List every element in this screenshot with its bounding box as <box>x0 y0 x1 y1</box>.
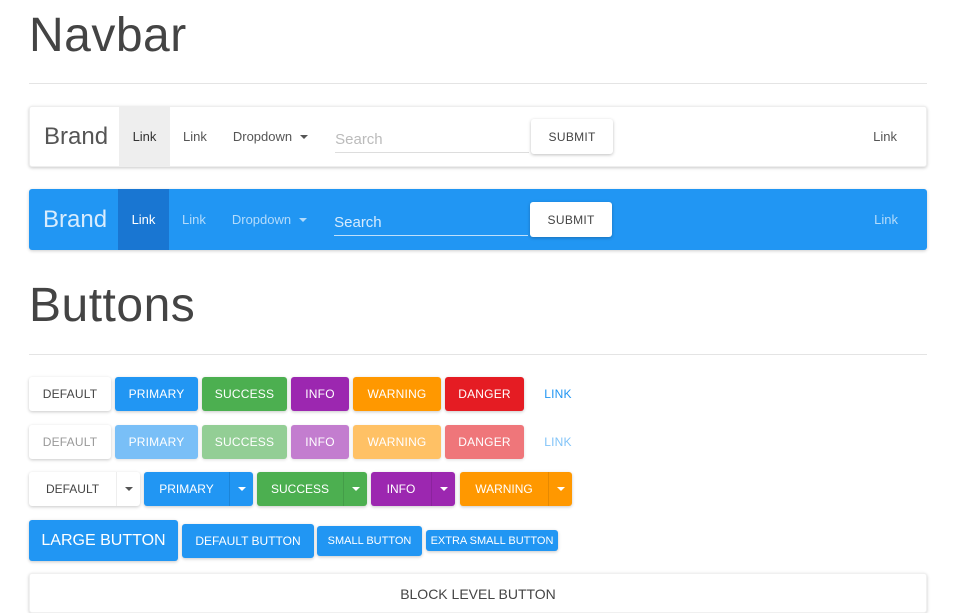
split-button-default: DEFAULT <box>29 472 140 506</box>
navbar-inverse: Brand Link Link Dropdown SUBMIT Link <box>29 189 927 250</box>
dropdown-label: Dropdown <box>231 212 292 227</box>
split-warning-main[interactable]: WARNING <box>460 472 548 506</box>
link-button[interactable]: LINK <box>530 377 586 411</box>
search-input[interactable] <box>335 120 530 153</box>
primary-button[interactable]: PRIMARY <box>115 377 198 411</box>
primary-button-disabled[interactable]: PRIMARY <box>115 425 198 459</box>
warning-button[interactable]: WARNING <box>353 377 441 411</box>
nav-link-right[interactable]: Link <box>873 129 926 144</box>
caret-down-icon <box>556 487 565 491</box>
split-success-main[interactable]: SUCCESS <box>257 472 343 506</box>
dropdown-label: Dropdown <box>232 129 293 144</box>
success-button-disabled[interactable]: SUCCESS <box>202 425 287 459</box>
split-info-main[interactable]: INFO <box>371 472 431 506</box>
search-input[interactable] <box>334 203 529 236</box>
split-default-main[interactable]: DEFAULT <box>29 472 116 506</box>
caret-down-icon <box>439 487 448 491</box>
warning-button-disabled[interactable]: WARNING <box>353 425 441 459</box>
nav-link-active[interactable]: Link <box>119 107 170 166</box>
navbar-brand[interactable]: Brand <box>30 107 119 166</box>
small-button[interactable]: SMALL BUTTON <box>317 526 422 556</box>
split-success-toggle[interactable] <box>343 472 367 506</box>
caret-down-icon <box>124 487 133 491</box>
nav-dropdown[interactable]: Dropdown <box>220 107 321 166</box>
submit-button[interactable]: SUBMIT <box>531 119 614 154</box>
split-button-success: SUCCESS <box>257 472 367 506</box>
block-level-button[interactable]: BLOCK LEVEL BUTTON <box>29 573 927 613</box>
navbar-default: Brand Link Link Dropdown SUBMIT Link <box>29 106 927 167</box>
default-size-button[interactable]: DEFAULT BUTTON <box>182 524 314 558</box>
navbar-section-title: Navbar <box>29 9 187 62</box>
divider <box>29 83 927 84</box>
submit-button[interactable]: SUBMIT <box>530 202 613 237</box>
large-button[interactable]: LARGE BUTTON <box>29 520 178 561</box>
nav-link[interactable]: Link <box>170 107 220 166</box>
danger-button-disabled[interactable]: DANGER <box>445 425 524 459</box>
extra-small-button[interactable]: EXTRA SMALL BUTTON <box>426 530 558 551</box>
nav-link-right[interactable]: Link <box>874 212 927 227</box>
split-button-warning: WARNING <box>460 472 572 506</box>
split-button-info: INFO <box>371 472 455 506</box>
split-primary-main[interactable]: PRIMARY <box>144 472 229 506</box>
split-info-toggle[interactable] <box>431 472 455 506</box>
split-primary-toggle[interactable] <box>229 472 253 506</box>
info-button-disabled[interactable]: INFO <box>291 425 349 459</box>
nav-link-active[interactable]: Link <box>118 189 169 250</box>
caret-down-icon <box>351 487 360 491</box>
caret-down-icon <box>300 134 309 139</box>
nav-dropdown[interactable]: Dropdown <box>219 189 320 250</box>
navbar-brand[interactable]: Brand <box>29 189 118 250</box>
divider <box>29 354 927 355</box>
default-button[interactable]: DEFAULT <box>29 377 111 411</box>
split-warning-toggle[interactable] <box>548 472 572 506</box>
split-default-toggle[interactable] <box>116 472 140 506</box>
link-button-disabled[interactable]: LINK <box>530 425 586 459</box>
danger-button[interactable]: DANGER <box>445 377 524 411</box>
caret-down-icon <box>237 487 246 491</box>
default-button-disabled[interactable]: DEFAULT <box>29 425 111 459</box>
success-button[interactable]: SUCCESS <box>202 377 287 411</box>
nav-link[interactable]: Link <box>169 189 219 250</box>
caret-down-icon <box>299 217 308 222</box>
buttons-section-title: Buttons <box>29 279 196 332</box>
split-button-primary: PRIMARY <box>144 472 253 506</box>
info-button[interactable]: INFO <box>291 377 349 411</box>
